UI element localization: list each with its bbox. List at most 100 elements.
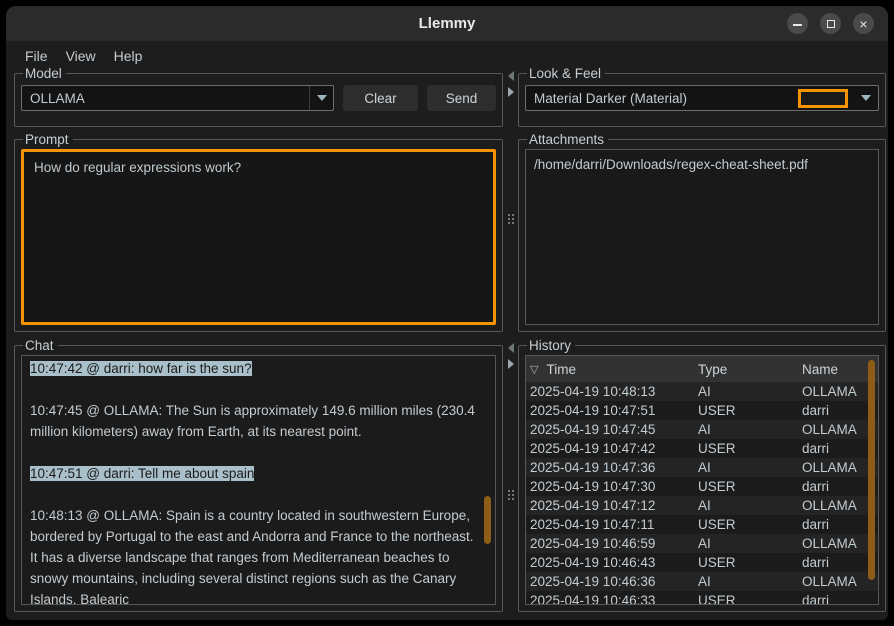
- menu-view[interactable]: View: [57, 45, 105, 67]
- table-cell: USER: [698, 555, 802, 570]
- chat-message[interactable]: 10:47:51 @ darri: Tell me about spain: [30, 463, 475, 484]
- look-feel-select[interactable]: Material Darker (Material): [525, 85, 879, 111]
- splitter-grip-icon: [508, 490, 510, 492]
- chat-scrollbar-thumb[interactable]: [484, 496, 491, 544]
- splitter-collapse-right-button[interactable]: [505, 85, 516, 98]
- table-row[interactable]: 2025-04-19 10:47:51USERdarri: [526, 401, 878, 420]
- table-cell: AI: [698, 536, 802, 551]
- close-button[interactable]: ×: [853, 13, 874, 34]
- table-row[interactable]: 2025-04-19 10:47:45AIOLLAMA: [526, 420, 878, 439]
- table-cell: USER: [698, 403, 802, 418]
- table-row[interactable]: 2025-04-19 10:47:42USERdarri: [526, 439, 878, 458]
- table-cell: USER: [698, 517, 802, 532]
- column-header-time-label: Time: [546, 362, 576, 377]
- attachments-list[interactable]: /home/darri/Downloads/regex-cheat-sheet.…: [525, 149, 879, 325]
- history-table: ▽ Time Type Name 2025-04-19 10:48:13AIOL…: [525, 355, 879, 605]
- look-feel-selected-value: Material Darker (Material): [526, 91, 798, 106]
- look-feel-group-label: Look & Feel: [527, 66, 605, 81]
- table-cell: 2025-04-19 10:46:33: [526, 593, 698, 605]
- app-window: Llemmy × File View Help Model OLLAMA: [6, 6, 888, 620]
- table-cell: 2025-04-19 10:47:45: [526, 422, 698, 437]
- table-row[interactable]: 2025-04-19 10:46:43USERdarri: [526, 553, 878, 572]
- table-cell: darri: [802, 403, 878, 418]
- table-row[interactable]: 2025-04-19 10:47:36AIOLLAMA: [526, 458, 878, 477]
- history-scrollbar-thumb[interactable]: [868, 360, 875, 580]
- chevron-down-icon: [317, 95, 327, 101]
- model-selected-value: OLLAMA: [22, 91, 309, 106]
- column-header-type[interactable]: Type: [698, 362, 802, 377]
- attachment-item[interactable]: /home/darri/Downloads/regex-cheat-sheet.…: [534, 155, 870, 175]
- table-cell: AI: [698, 460, 802, 475]
- sort-indicator-icon: ▽: [530, 363, 538, 376]
- chat-group-label: Chat: [23, 338, 58, 353]
- chat-box: 10:47:42 @ darri: how far is the sun? 10:…: [21, 355, 496, 605]
- table-cell: 2025-04-19 10:47:36: [526, 460, 698, 475]
- splitter-grip-icon: [508, 214, 510, 216]
- table-row[interactable]: 2025-04-19 10:47:11USERdarri: [526, 515, 878, 534]
- table-cell: OLLAMA: [802, 384, 878, 399]
- table-cell: OLLAMA: [802, 422, 878, 437]
- splitter-handle-bottom[interactable]: [503, 338, 518, 612]
- chat-log[interactable]: 10:47:42 @ darri: how far is the sun? 10:…: [22, 356, 495, 604]
- table-cell: darri: [802, 555, 878, 570]
- table-cell: AI: [698, 422, 802, 437]
- table-cell: USER: [698, 479, 802, 494]
- triangle-right-icon: [508, 87, 514, 97]
- table-cell: darri: [802, 479, 878, 494]
- table-cell: darri: [802, 441, 878, 456]
- splitter-collapse-left-button[interactable]: [505, 69, 516, 82]
- table-cell: 2025-04-19 10:47:30: [526, 479, 698, 494]
- table-row[interactable]: 2025-04-19 10:46:59AIOLLAMA: [526, 534, 878, 553]
- table-cell: OLLAMA: [802, 460, 878, 475]
- table-row[interactable]: 2025-04-19 10:47:12AIOLLAMA: [526, 496, 878, 515]
- triangle-left-icon: [508, 343, 514, 353]
- look-feel-dropdown-zone[interactable]: [854, 86, 878, 110]
- titlebar[interactable]: Llemmy ×: [6, 6, 888, 41]
- prompt-group: Prompt How do regular expressions work?: [14, 132, 503, 332]
- table-cell: AI: [698, 498, 802, 513]
- clear-button[interactable]: Clear: [343, 85, 418, 111]
- chat-message[interactable]: 10:47:45 @ OLLAMA: The Sun is approximat…: [30, 400, 475, 442]
- table-row[interactable]: 2025-04-19 10:48:13AIOLLAMA: [526, 382, 878, 401]
- splitter-collapse-right-button[interactable]: [505, 357, 516, 370]
- minimize-button[interactable]: [787, 13, 808, 34]
- column-header-name[interactable]: Name: [802, 362, 878, 377]
- history-group-label: History: [527, 338, 575, 353]
- table-row[interactable]: 2025-04-19 10:46:36AIOLLAMA: [526, 572, 878, 591]
- table-cell: 2025-04-19 10:47:51: [526, 403, 698, 418]
- prompt-input[interactable]: How do regular expressions work?: [21, 149, 496, 325]
- menu-help[interactable]: Help: [105, 45, 152, 67]
- table-cell: 2025-04-19 10:48:13: [526, 384, 698, 399]
- chat-group: Chat 10:47:42 @ darri: how far is the su…: [14, 338, 503, 612]
- table-cell: darri: [802, 593, 878, 605]
- chat-message[interactable]: 10:47:42 @ darri: how far is the sun?: [30, 358, 475, 379]
- attachments-group-label: Attachments: [527, 132, 608, 147]
- table-cell: OLLAMA: [802, 498, 878, 513]
- chat-message-text: 10:47:45 @ OLLAMA: The Sun is approximat…: [30, 403, 475, 439]
- table-row[interactable]: 2025-04-19 10:46:33USERdarri: [526, 591, 878, 605]
- chat-message[interactable]: 10:48:13 @ OLLAMA: Spain is a country lo…: [30, 505, 475, 604]
- table-cell: USER: [698, 441, 802, 456]
- look-feel-group: Look & Feel Material Darker (Material): [518, 66, 886, 127]
- column-header-time[interactable]: ▽ Time: [526, 362, 698, 377]
- maximize-button[interactable]: [820, 13, 841, 34]
- maximize-icon: [827, 20, 835, 28]
- table-cell: USER: [698, 593, 802, 605]
- splitter-collapse-left-button[interactable]: [505, 341, 516, 354]
- menu-file[interactable]: File: [16, 45, 57, 67]
- splitter-handle-top[interactable]: [503, 66, 518, 332]
- table-cell: AI: [698, 574, 802, 589]
- window-controls: ×: [787, 13, 874, 34]
- table-row[interactable]: 2025-04-19 10:47:30USERdarri: [526, 477, 878, 496]
- model-dropdown-zone[interactable]: [309, 86, 333, 110]
- history-table-header: ▽ Time Type Name: [526, 356, 878, 382]
- history-group: History ▽ Time Type Name 2025-04-19 10:4…: [518, 338, 886, 612]
- table-cell: OLLAMA: [802, 536, 878, 551]
- table-cell: AI: [698, 384, 802, 399]
- table-cell: darri: [802, 517, 878, 532]
- send-button[interactable]: Send: [427, 85, 496, 111]
- model-select[interactable]: OLLAMA: [21, 85, 334, 111]
- minimize-icon: [793, 24, 802, 26]
- table-cell: 2025-04-19 10:46:43: [526, 555, 698, 570]
- triangle-right-icon: [508, 359, 514, 369]
